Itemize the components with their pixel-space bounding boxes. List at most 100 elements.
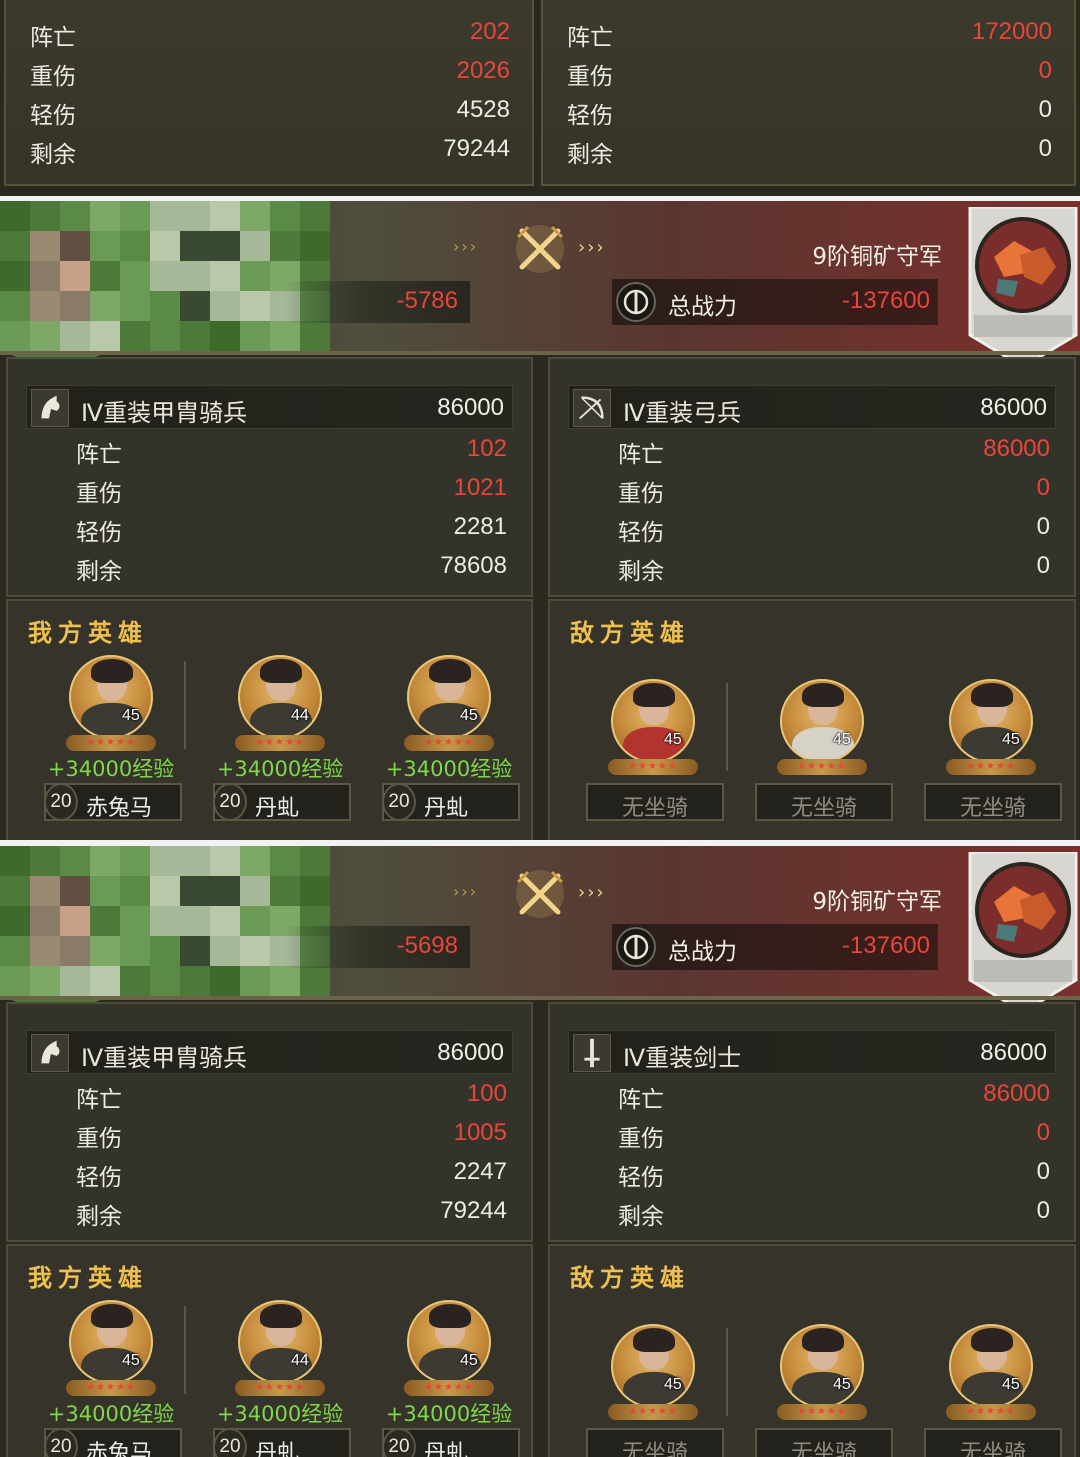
stat-label: 轻伤 bbox=[76, 520, 122, 546]
stat-value: 100 bbox=[466, 1080, 507, 1107]
stat-label: 轻伤 bbox=[76, 1165, 122, 1191]
stat-label: 阵亡 bbox=[618, 442, 664, 468]
summary-row: 阵亡 172000 bbox=[567, 18, 1052, 57]
summary-row: 轻伤 0 bbox=[567, 96, 1052, 135]
stat-label: 重伤 bbox=[30, 64, 76, 90]
stat-label: 重伤 bbox=[618, 1126, 664, 1152]
my-unit-header: Ⅳ重装甲胄骑兵 86000 bbox=[26, 385, 513, 429]
mount-slot[interactable]: 20 丹虬 bbox=[213, 1428, 351, 1457]
my-hero-card[interactable]: 45 ★★★★★ +34000经验 20 丹虬 bbox=[374, 1300, 524, 1457]
my-hero-card[interactable]: 45 ★★★★★ +34000经验 20 赤兔马 bbox=[36, 1300, 186, 1457]
avatar-pixel bbox=[30, 321, 60, 351]
my-unit-panel: Ⅳ重装甲胄骑兵 86000 阵亡 102 重伤 1021 轻伤 2281 剩余 7860… bbox=[6, 357, 533, 597]
avatar-pixel bbox=[240, 876, 270, 906]
stat-value: 79244 bbox=[440, 1197, 507, 1224]
mount-slot[interactable]: 无坐骑 bbox=[586, 783, 724, 821]
avatar-pixel bbox=[240, 966, 270, 996]
avatar-pixel bbox=[120, 936, 150, 966]
avatar-pixel bbox=[120, 231, 150, 261]
enemy-hero-card[interactable]: 45 ★★★★★ 无坐骑 bbox=[578, 1324, 728, 1457]
avatar-pixel bbox=[90, 231, 120, 261]
stat-label: 阵亡 bbox=[76, 442, 122, 468]
avatar-pixel bbox=[180, 231, 210, 261]
mount-slot[interactable]: 无坐骑 bbox=[755, 1428, 893, 1457]
mount-slot[interactable]: 20 丹虬 bbox=[382, 783, 520, 821]
arrow-left-icon: ››› bbox=[453, 882, 479, 901]
mount-slot[interactable]: 20 赤兔马 bbox=[44, 1428, 182, 1457]
avatar-pixel bbox=[210, 846, 240, 876]
stat-label: 轻伤 bbox=[30, 103, 76, 129]
enemy-unit-panel: Ⅳ重装弓兵 86000 阵亡 86000 重伤 0 轻伤 0 剩余 0 bbox=[548, 357, 1076, 597]
avatar-pixel bbox=[300, 231, 330, 261]
stat-label: 阵亡 bbox=[618, 1087, 664, 1113]
hero-level: 45 bbox=[664, 1376, 682, 1393]
avatar-pixel bbox=[210, 201, 240, 231]
avatar-pixel bbox=[90, 321, 120, 351]
mount-slot[interactable]: 20 丹虬 bbox=[382, 1428, 520, 1457]
hero-exp-gain: +34000经验 bbox=[385, 1402, 513, 1426]
my-hero-card[interactable]: 45 ★★★★★ +34000经验 20 赤兔马 bbox=[36, 655, 186, 841]
avatar-pixel bbox=[180, 261, 210, 291]
stat-label: 重伤 bbox=[76, 481, 122, 507]
enemy-hero-card[interactable]: 45 ★★★★★ 无坐骑 bbox=[747, 1324, 897, 1457]
star-rating-icon: ★★★★★ bbox=[946, 759, 1036, 775]
avatar-pixel bbox=[120, 846, 150, 876]
stat-label: 剩余 bbox=[76, 559, 122, 585]
avatar-pixel bbox=[150, 201, 180, 231]
stat-value: 102 bbox=[466, 435, 507, 462]
my-unit-panel: Ⅳ重装甲胄骑兵 86000 阵亡 100 重伤 1005 轻伤 2247 剩余 7924… bbox=[6, 1002, 533, 1242]
stat-value: 0 bbox=[1036, 1158, 1050, 1185]
hero-exp-gain: +34000经验 bbox=[216, 757, 344, 781]
mount-name: 无坐骑 bbox=[790, 796, 857, 821]
avatar-pixel bbox=[270, 201, 300, 231]
summary-row: 轻伤 4528 bbox=[30, 96, 510, 135]
enemy-name: 9阶铜矿守军 bbox=[812, 889, 942, 915]
mount-slot[interactable]: 20 赤兔马 bbox=[44, 783, 182, 821]
enemy-hero-card[interactable]: 45 ★★★★★ 无坐骑 bbox=[578, 679, 728, 841]
stat-value: 0 bbox=[1038, 57, 1052, 84]
stat-value: 86000 bbox=[983, 1080, 1050, 1107]
my-stat-row: 轻伤 2281 bbox=[76, 513, 507, 552]
enemy-hero-card[interactable]: 45 ★★★★★ 无坐骑 bbox=[916, 1324, 1066, 1457]
my-heroes-title: 我方英雄 bbox=[28, 619, 148, 647]
enemy-hero-card[interactable]: 45 ★★★★★ 无坐骑 bbox=[916, 679, 1066, 841]
avatar-pixel bbox=[30, 936, 60, 966]
power-icon bbox=[616, 282, 656, 322]
avatar-pixel bbox=[240, 321, 270, 351]
mount-slot[interactable]: 20 丹虬 bbox=[213, 783, 351, 821]
avatar-pixel bbox=[0, 201, 30, 231]
my-stat-row: 重伤 1021 bbox=[76, 474, 507, 513]
avatar-pixel bbox=[0, 966, 30, 996]
stat-label: 剩余 bbox=[618, 1204, 664, 1230]
avatar-pixel bbox=[30, 291, 60, 321]
avatar-pixel bbox=[90, 936, 120, 966]
avatar-pixel bbox=[120, 291, 150, 321]
mount-slot[interactable]: 无坐骑 bbox=[755, 783, 893, 821]
avatar-pixel bbox=[240, 846, 270, 876]
avatar-pixel bbox=[60, 231, 90, 261]
mount-name: 无坐骑 bbox=[621, 796, 688, 821]
avatar-pixel bbox=[0, 846, 30, 876]
enemy-heroes-title: 敌方英雄 bbox=[570, 619, 690, 647]
my-hero-card[interactable]: 45 ★★★★★ +34000经验 20 丹虬 bbox=[374, 655, 524, 841]
enemy-stat-row: 剩余 0 bbox=[618, 1197, 1050, 1236]
mount-slot[interactable]: 无坐骑 bbox=[924, 783, 1062, 821]
my-hero-card[interactable]: 44 ★★★★★ +34000经验 20 丹虬 bbox=[205, 1300, 355, 1457]
mount-slot[interactable]: 无坐骑 bbox=[586, 1428, 724, 1457]
avatar-pixel bbox=[180, 291, 210, 321]
avatar-pixel bbox=[240, 231, 270, 261]
hero-hair bbox=[429, 659, 471, 683]
mount-slot[interactable]: 无坐骑 bbox=[924, 1428, 1062, 1457]
stat-label: 剩余 bbox=[618, 559, 664, 585]
divider bbox=[0, 351, 1080, 355]
hero-exp-gain: +34000经验 bbox=[385, 757, 513, 781]
stat-label: 剩余 bbox=[76, 1204, 122, 1230]
avatar-pixel bbox=[210, 261, 240, 291]
my-hero-card[interactable]: 44 ★★★★★ +34000经验 20 丹虬 bbox=[205, 655, 355, 841]
enemy-hero-card[interactable]: 45 ★★★★★ 无坐骑 bbox=[747, 679, 897, 841]
hero-exp-gain: +34000经验 bbox=[47, 1402, 175, 1426]
avatar-pixel bbox=[60, 906, 90, 936]
summary-row: 阵亡 202 bbox=[30, 18, 510, 57]
stat-value: 79244 bbox=[443, 135, 510, 162]
avatar-pixel bbox=[120, 966, 150, 996]
